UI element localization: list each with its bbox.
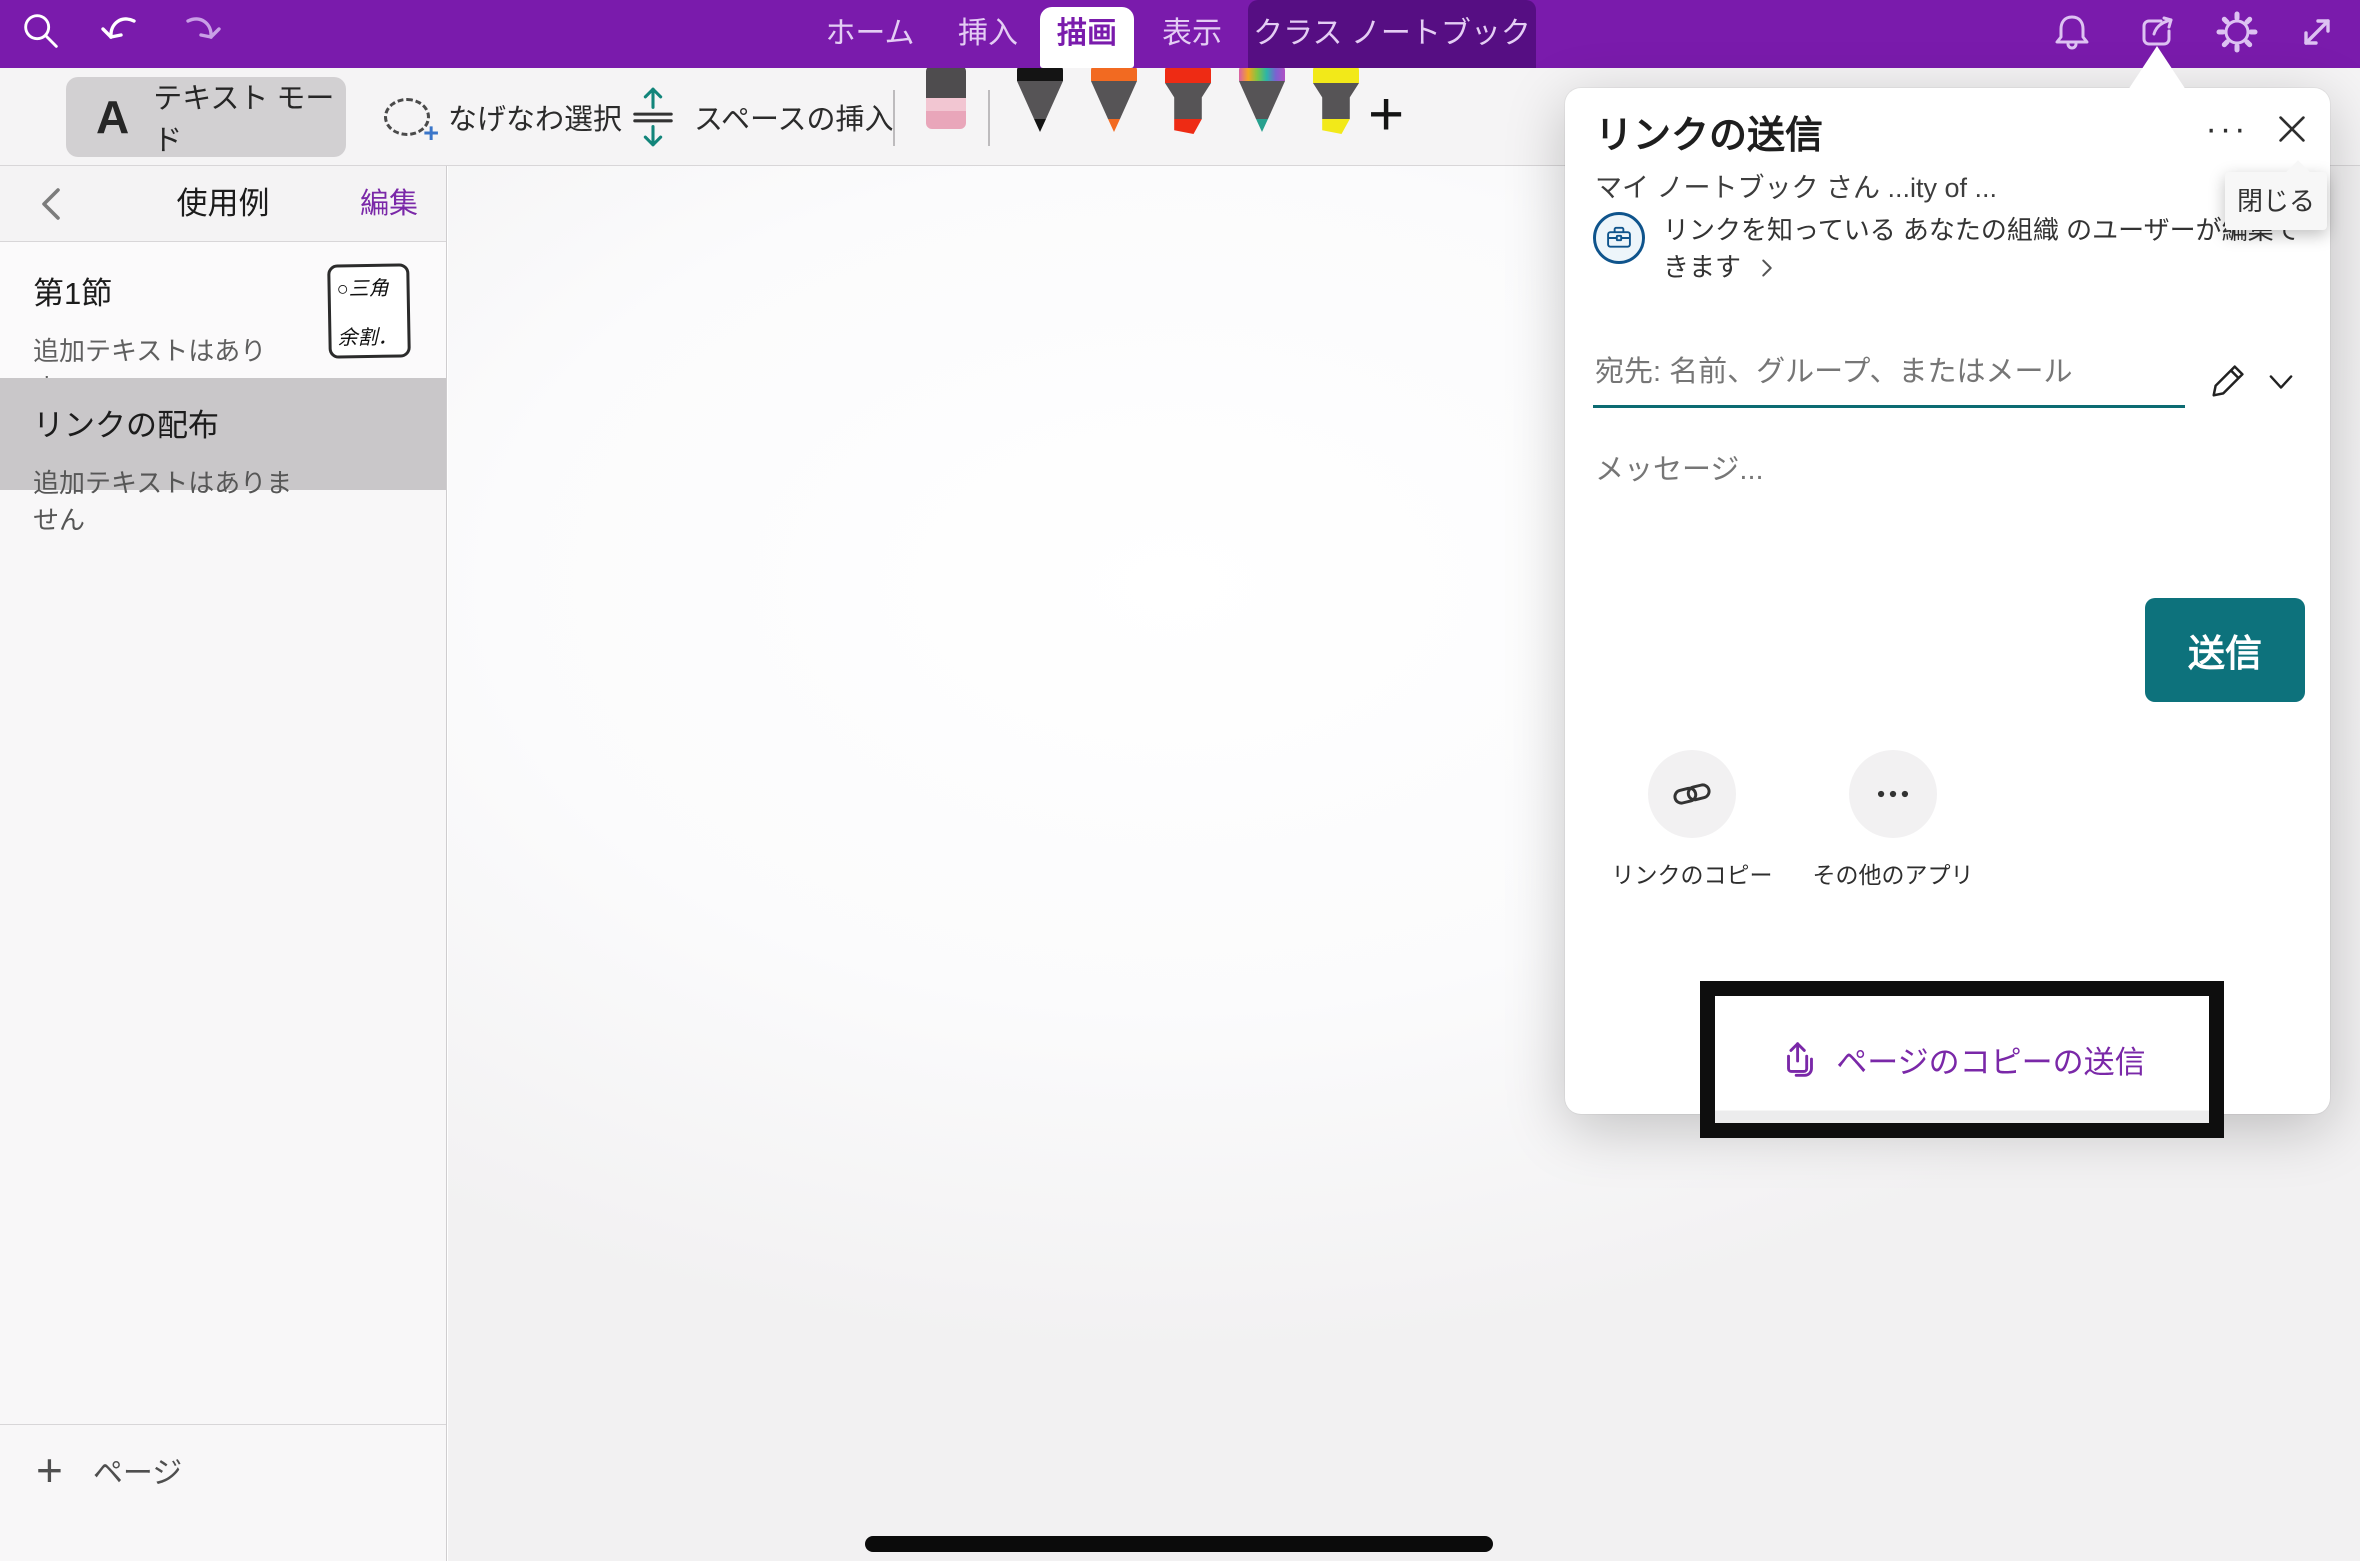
lasso-icon: [384, 98, 430, 136]
add-page-button[interactable]: + ページ: [0, 1424, 446, 1493]
message-input[interactable]: [1593, 450, 2253, 495]
insert-space-icon: [630, 84, 676, 150]
send-link-dialog: リンクの送信 ··· 閉じる マイ ノートブック さん ...ity of ..…: [1565, 88, 2330, 1114]
undo-icon[interactable]: [98, 8, 146, 56]
more-apps-action[interactable]: その他のアプリ: [1806, 750, 1980, 890]
tab-insert[interactable]: 挿入: [938, 0, 1038, 68]
send-button[interactable]: 送信: [2145, 598, 2305, 702]
yellow-highlighter-tool[interactable]: [1313, 66, 1359, 134]
dialog-caret: [2128, 46, 2186, 90]
eraser-tool[interactable]: [926, 66, 966, 129]
notifications-bell-icon[interactable]: [2048, 8, 2096, 56]
add-pen-button[interactable]: +: [1368, 80, 1404, 150]
edit-button[interactable]: 編集: [360, 166, 418, 242]
copy-link-action[interactable]: リンクのコピー: [1605, 750, 1779, 890]
page-list-item-selected[interactable]: リンクの配布 追加テキストはありません: [0, 378, 446, 490]
page-list-sidebar: 使用例 編集 第1節 追加テキストはありま… ○三角 余割． リンクの配布 追加…: [0, 166, 447, 1561]
lasso-select-button[interactable]: なげなわ選択: [384, 68, 622, 166]
chevron-right-icon: [1758, 257, 1776, 279]
page-thumbnail: ○三角 余割．: [327, 263, 411, 358]
link-icon: [1648, 750, 1736, 838]
fullscreen-expand-icon[interactable]: [2293, 8, 2341, 56]
plus-icon: +: [36, 1447, 63, 1493]
tab-class-notebook[interactable]: クラス ノートブック: [1248, 0, 1536, 68]
send-page-copy-link[interactable]: ページのコピーの送信: [1836, 1037, 2145, 1082]
pencil-icon[interactable]: [2207, 358, 2253, 404]
sidebar-header: 使用例 編集: [0, 166, 446, 242]
link-permission-row[interactable]: リンクを知っている あなたの組織 のユーザーが編集できます: [1593, 212, 2318, 286]
insert-space-button[interactable]: スペースの挿入: [630, 68, 894, 166]
tab-home[interactable]: ホーム: [810, 0, 930, 68]
text-mode-button[interactable]: A テキスト モード: [66, 77, 346, 157]
text-mode-a-icon: A: [96, 90, 129, 144]
onenote-app: ホーム 挿入 描画 表示 クラス ノートブック A テキスト モード なげなわ選…: [0, 0, 2360, 1561]
home-indicator-bar[interactable]: [865, 1536, 1493, 1552]
close-icon[interactable]: [2273, 110, 2313, 150]
redo-icon[interactable]: [176, 8, 224, 56]
rainbow-pen-tool[interactable]: [1239, 66, 1285, 132]
briefcase-icon: [1593, 212, 1645, 264]
more-options-button[interactable]: ···: [2195, 102, 2259, 156]
top-app-bar: ホーム 挿入 描画 表示 クラス ノートブック: [0, 0, 2360, 68]
dialog-title: リンクの送信: [1595, 104, 1823, 159]
red-highlighter-tool[interactable]: [1165, 66, 1211, 134]
recipient-input[interactable]: [1593, 350, 2185, 408]
ribbon-divider: [988, 90, 990, 146]
notebook-subtitle: マイ ノートブック さん ...ity of ...: [1595, 166, 1997, 205]
page-list-item[interactable]: 第1節 追加テキストはありま… ○三角 余割．: [0, 242, 446, 378]
tab-view[interactable]: 表示: [1142, 0, 1242, 68]
send-page-copy-highlight: ページのコピーの送信: [1700, 981, 2224, 1138]
close-tooltip: 閉じる: [2225, 172, 2327, 230]
orange-pen-tool[interactable]: [1091, 66, 1137, 132]
search-icon[interactable]: [18, 8, 66, 56]
chevron-down-icon[interactable]: [2265, 370, 2299, 396]
send-copy-icon: [1778, 1038, 1822, 1082]
black-pen-tool[interactable]: [1017, 66, 1063, 132]
ribbon-divider: [893, 90, 895, 146]
ellipsis-icon: [1849, 750, 1937, 838]
tab-draw[interactable]: 描画: [1040, 7, 1134, 68]
settings-gear-icon[interactable]: [2213, 8, 2261, 56]
